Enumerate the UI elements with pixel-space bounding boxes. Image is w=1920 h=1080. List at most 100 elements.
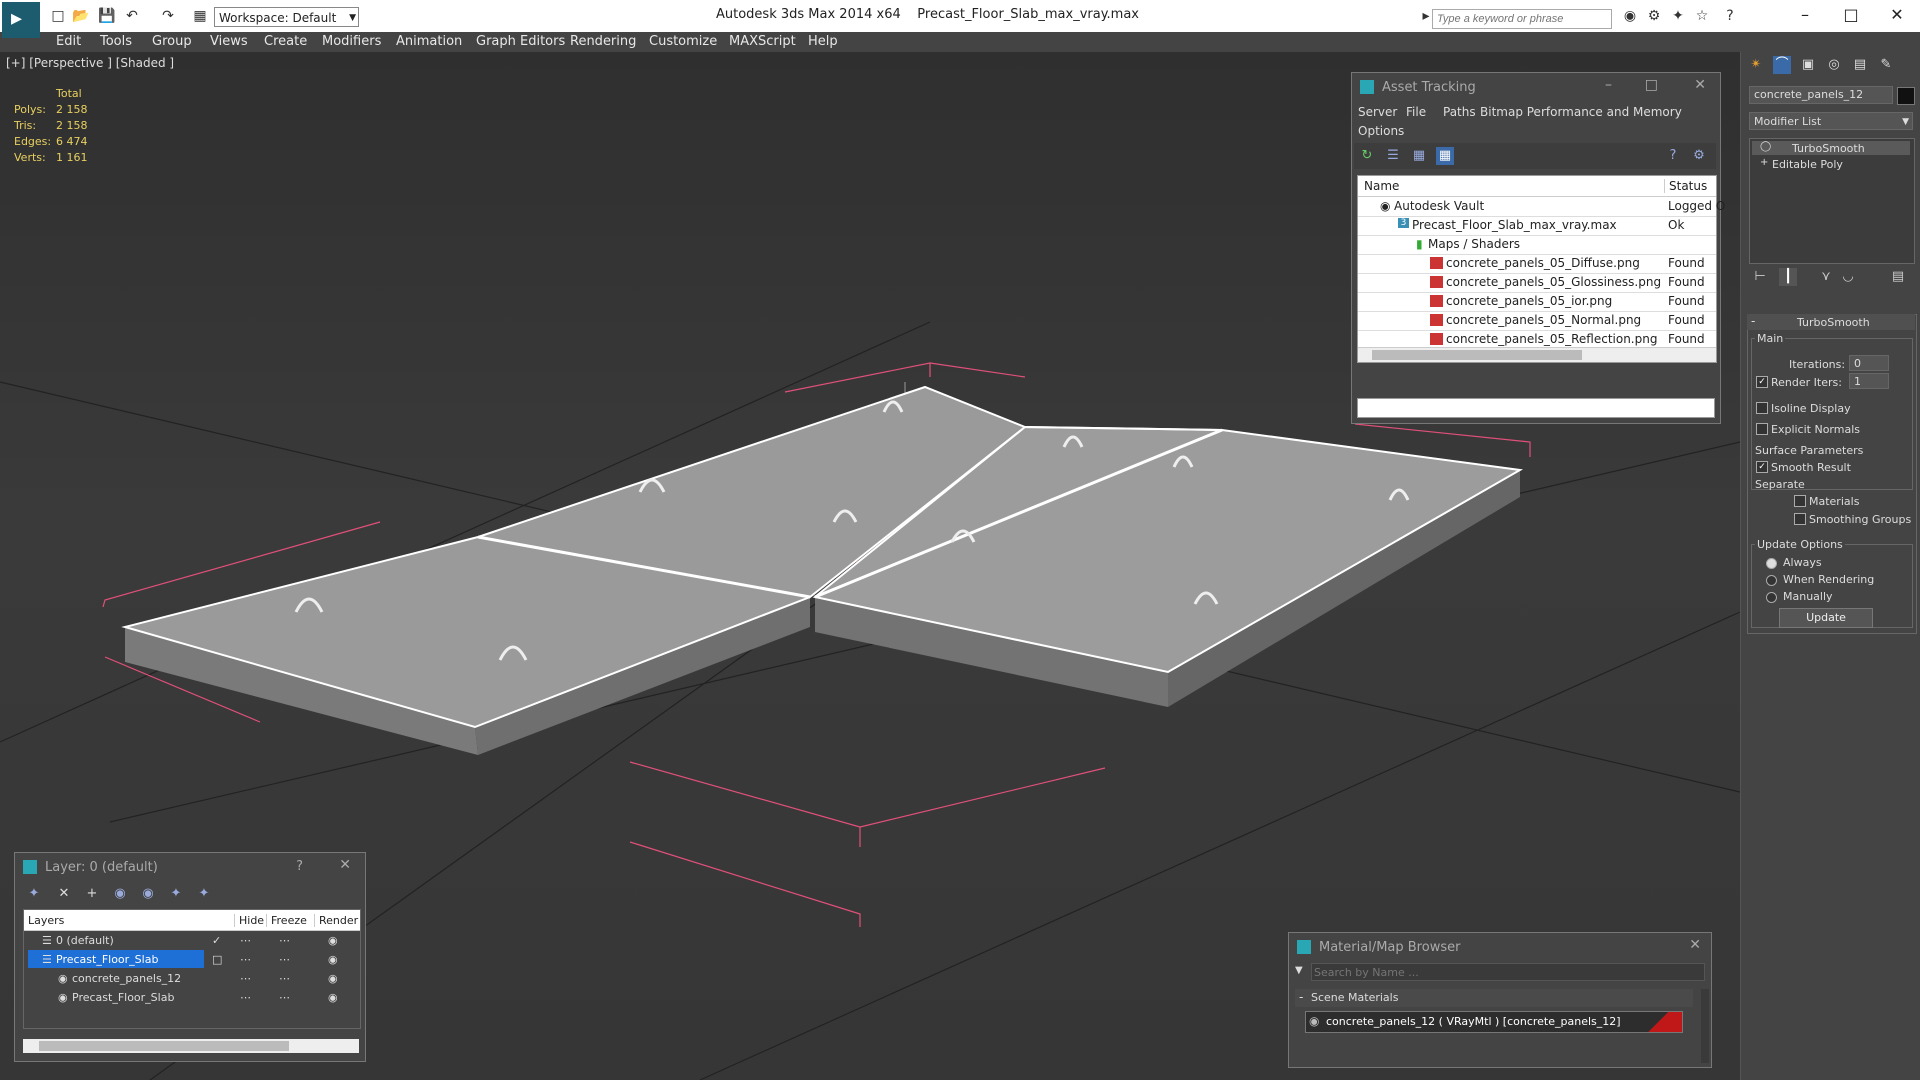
render-iters-checkbox[interactable]: ✓ [1756,376,1768,388]
maximize-button[interactable]: □ [1836,4,1866,26]
render-icon[interactable]: ◉ [328,934,338,947]
active-layer-check-icon[interactable]: ✓ [212,934,221,947]
app-logo[interactable]: ▸ [2,2,40,38]
horizontal-scrollbar[interactable] [23,1039,359,1053]
asset-menu-server[interactable]: Server [1358,105,1397,119]
isoline-display-checkbox[interactable] [1756,402,1768,414]
asset-menu-bitmap[interactable]: Bitmap Performance and Memory [1480,105,1682,119]
list-view-icon[interactable]: ☰ [1384,147,1402,165]
col-render[interactable]: Render [314,914,358,927]
render-icon[interactable]: ◉ [328,953,338,966]
close-icon[interactable]: ✕ [1689,937,1701,953]
scrollbar-thumb[interactable] [39,1041,289,1051]
redo-icon[interactable]: ↷ [160,8,176,24]
material-search-input[interactable] [1311,963,1705,981]
asset-row[interactable]: concrete_panels_05_ior.png Found [1358,292,1716,312]
horizontal-scrollbar[interactable] [1358,347,1716,362]
render-iters-spinner[interactable]: 1 [1849,373,1889,389]
stack-item-editable-poly[interactable]: + Editable Poly [1752,157,1910,171]
col-layers[interactable]: Layers [28,914,64,927]
asset-row[interactable]: 3 Precast_Floor_Slab_max_vray.max Ok [1358,216,1716,236]
table-view-icon[interactable]: ▦ [1436,147,1454,165]
close-icon[interactable]: ✕ [1694,77,1706,93]
material-item[interactable]: ◉ concrete_panels_12 ( VRayMtl ) [concre… [1305,1011,1683,1033]
when-rendering-radio[interactable] [1766,575,1777,586]
asset-row[interactable]: ◉ Autodesk Vault Logged O [1358,197,1725,217]
asset-row[interactable]: concrete_panels_05_Diffuse.png Found [1358,254,1716,274]
browser-options-icon[interactable]: ▼ [1295,965,1303,976]
delete-layer-icon[interactable]: ✕ [55,885,73,903]
set-active-box-icon[interactable]: □ [212,953,222,966]
menu-tools[interactable]: Tools [100,34,132,49]
col-hide[interactable]: Hide [234,914,264,927]
subscription-icon[interactable]: ⚙ [1646,8,1662,24]
scrollbar-thumb[interactable] [1372,350,1582,360]
utilities-tab-icon[interactable]: ✎ [1877,56,1895,74]
help-icon[interactable]: ? [1722,8,1738,24]
close-button[interactable]: ✕ [1882,4,1912,26]
asset-row[interactable]: ▮ Maps / Shaders [1358,235,1716,255]
asset-tracking-titlebar[interactable]: Asset Tracking – □ ✕ [1352,73,1720,101]
col-status[interactable]: Status [1664,179,1707,193]
communication-icon[interactable]: ✦ [1670,8,1686,24]
hide-all-icon[interactable]: ✦ [167,885,185,903]
configure-sets-icon[interactable]: ▤ [1889,268,1907,286]
freeze-all-icon[interactable]: ✦ [195,885,213,903]
motion-tab-icon[interactable]: ◎ [1825,56,1843,74]
materials-checkbox[interactable] [1794,495,1806,507]
highlight-layer-icon[interactable]: ◉ [139,885,157,903]
binoculars-icon[interactable]: ◉ [1622,8,1638,24]
asset-menu-file[interactable]: File [1406,105,1426,119]
save-icon[interactable]: 💾 [98,8,115,24]
asset-path-field[interactable] [1357,398,1715,418]
search-input[interactable] [1432,9,1612,29]
hierarchy-tab-icon[interactable]: ▣ [1799,56,1817,74]
stack-item-turbosmooth[interactable]: ◯ TurboSmooth [1752,141,1910,155]
iterations-spinner[interactable]: 0 [1849,355,1889,371]
minimize-button[interactable]: – [1790,4,1820,26]
asset-row[interactable]: concrete_panels_05_Normal.png Found [1358,311,1716,331]
asset-menu-options[interactable]: Options [1358,124,1404,138]
update-button[interactable]: Update [1779,608,1873,628]
scene-materials-header[interactable]: - Scene Materials [1295,989,1693,1007]
rollout-header[interactable]: - TurboSmooth [1747,314,1915,330]
material-browser-titlebar[interactable]: Material/Map Browser ✕ [1289,933,1711,961]
viewport-label[interactable]: [+] [Perspective ] [Shaded ] [6,56,174,70]
help-icon[interactable]: ? [296,859,303,874]
render-icon[interactable]: ◉ [328,991,338,1004]
col-freeze[interactable]: Freeze [266,914,307,927]
refresh-icon[interactable]: ↻ [1358,147,1376,165]
menu-customize[interactable]: Customize [649,34,717,49]
create-tab-icon[interactable]: ✴ [1747,56,1765,74]
explicit-normals-checkbox[interactable] [1756,423,1768,435]
help-icon[interactable]: ? [1664,147,1682,165]
manually-radio[interactable] [1766,592,1777,603]
layer-row[interactable]: ☰ 0 (default) ✓ ⋯ ⋯ ◉ [24,931,360,950]
select-objects-icon[interactable]: ◉ [111,885,129,903]
col-name[interactable]: Name [1364,179,1399,193]
menu-animation[interactable]: Animation [396,34,462,49]
menu-create[interactable]: Create [264,34,307,49]
show-end-result-icon[interactable]: ┃ [1779,268,1797,286]
minimize-icon[interactable]: – [1605,77,1612,93]
display-tab-icon[interactable]: ▤ [1851,56,1869,74]
workspace-dropdown[interactable]: Workspace: Default ▼ [214,7,359,27]
asset-menu-paths[interactable]: Paths [1443,105,1476,119]
object-name-field[interactable] [1749,86,1893,104]
remove-modifier-icon[interactable]: ◡ [1839,268,1857,286]
project-folder-icon[interactable]: ▦ [192,8,208,24]
pin-stack-icon[interactable]: ⊢ [1751,268,1769,286]
asset-row[interactable]: concrete_panels_05_Glossiness.png Found [1358,273,1716,293]
undo-icon[interactable]: ↶ [124,8,140,24]
menu-views[interactable]: Views [210,34,248,49]
menu-maxscript[interactable]: MAXScript [729,34,796,49]
layer-row[interactable]: ◉ concrete_panels_12 ⋯ ⋯ ◉ [24,969,360,988]
layer-titlebar[interactable]: Layer: 0 (default) ? ✕ [15,853,365,881]
modify-tab-icon[interactable]: ⌒ [1773,56,1791,74]
menu-help[interactable]: Help [808,34,838,49]
open-file-icon[interactable]: 📂 [72,8,89,24]
smooth-result-checkbox[interactable]: ✓ [1756,461,1768,473]
menu-group[interactable]: Group [152,34,192,49]
maximize-icon[interactable]: □ [1645,77,1658,93]
layer-row[interactable]: ☰ Precast_Floor_Slab □ ⋯ ⋯ ◉ [24,950,360,969]
